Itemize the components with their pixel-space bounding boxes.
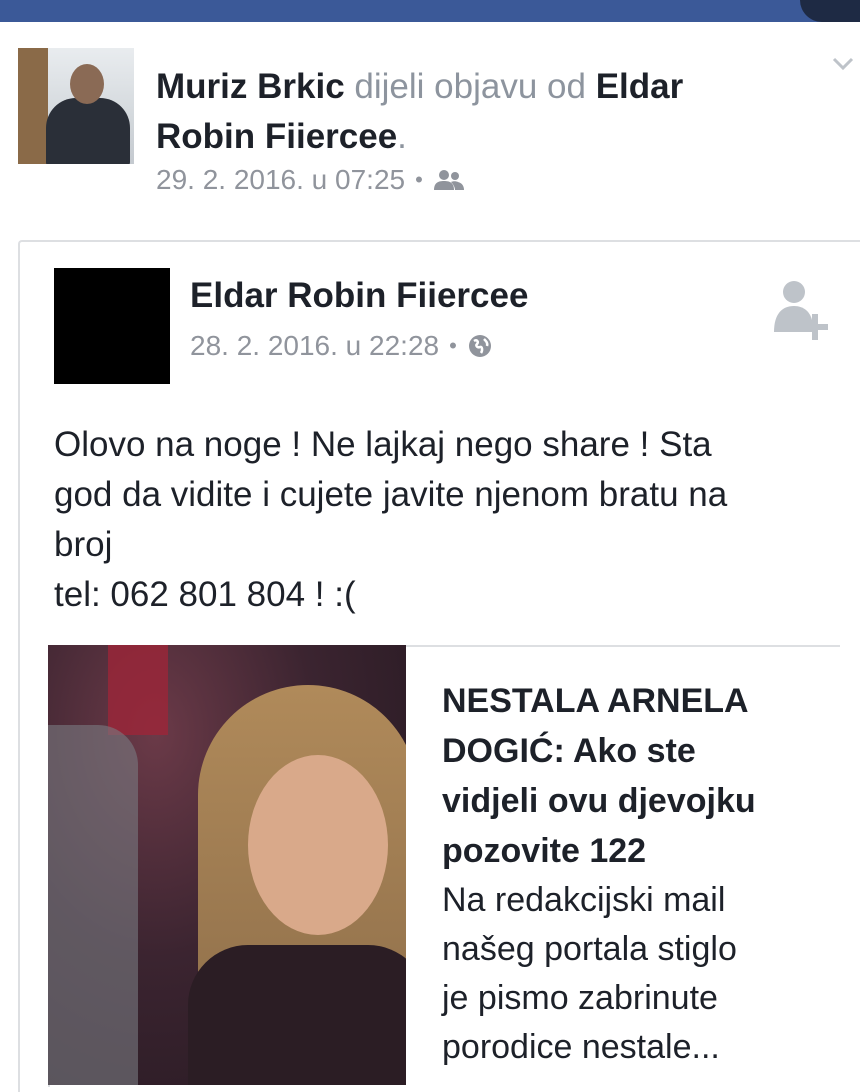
post-text-line: tel: 062 801 804 ! :( <box>54 575 356 614</box>
share-header-line: Muriz Brkic dijeli objavu od Eldar Robin… <box>156 62 776 162</box>
post-timestamp-link[interactable]: 28. 2. 2016. u 22:28 <box>190 330 439 362</box>
chevron-down-icon[interactable] <box>832 52 854 74</box>
photo-background-light <box>108 645 168 735</box>
photo-person-body <box>188 945 406 1085</box>
friends-icon[interactable] <box>433 168 465 192</box>
meta-separator-dot: • <box>449 333 457 358</box>
sharer-avatar[interactable] <box>18 48 134 164</box>
author-name-link[interactable]: Eldar Robin Fiiercee <box>190 276 528 316</box>
share-timestamp-link[interactable]: 29. 2. 2016. u 07:25 <box>156 164 405 196</box>
link-preview-title[interactable]: NESTALA ARNELA DOGIĆ: Ako ste vidjeli ov… <box>442 676 832 876</box>
globe-icon[interactable] <box>467 333 493 359</box>
link-preview-text[interactable]: NESTALA ARNELA DOGIĆ: Ako ste vidjeli ov… <box>442 676 832 1072</box>
post-text-line: god da vidite i cujete javite njenom bra… <box>54 475 728 514</box>
avatar-background-window <box>18 48 48 164</box>
meta-separator-dot: • <box>415 167 423 192</box>
avatar-person-body <box>46 98 130 164</box>
top-nav-bar <box>0 0 860 22</box>
post-text-line: Olovo na noge ! Ne lajkaj nego share ! S… <box>54 425 712 464</box>
sharer-name-link[interactable]: Muriz Brkic <box>156 67 345 106</box>
post-meta: 28. 2. 2016. u 22:28 • <box>190 330 493 362</box>
author-avatar[interactable] <box>54 268 170 384</box>
link-preview-description: Na redakcijski mail našeg portala stiglo… <box>442 881 737 1066</box>
photo-background-shape <box>48 725 138 1085</box>
share-punctuation: . <box>397 117 407 156</box>
share-meta: 29. 2. 2016. u 07:25 • <box>156 164 465 196</box>
post-body-text: Olovo na noge ! Ne lajkaj nego share ! S… <box>54 420 844 620</box>
link-preview-photo[interactable] <box>48 645 406 1085</box>
photo-person-face <box>248 755 388 935</box>
avatar-person-head <box>70 64 104 104</box>
post-text-line: broj <box>54 525 113 564</box>
add-friend-icon[interactable] <box>770 276 832 342</box>
share-action-text: dijeli objavu od <box>354 67 586 106</box>
